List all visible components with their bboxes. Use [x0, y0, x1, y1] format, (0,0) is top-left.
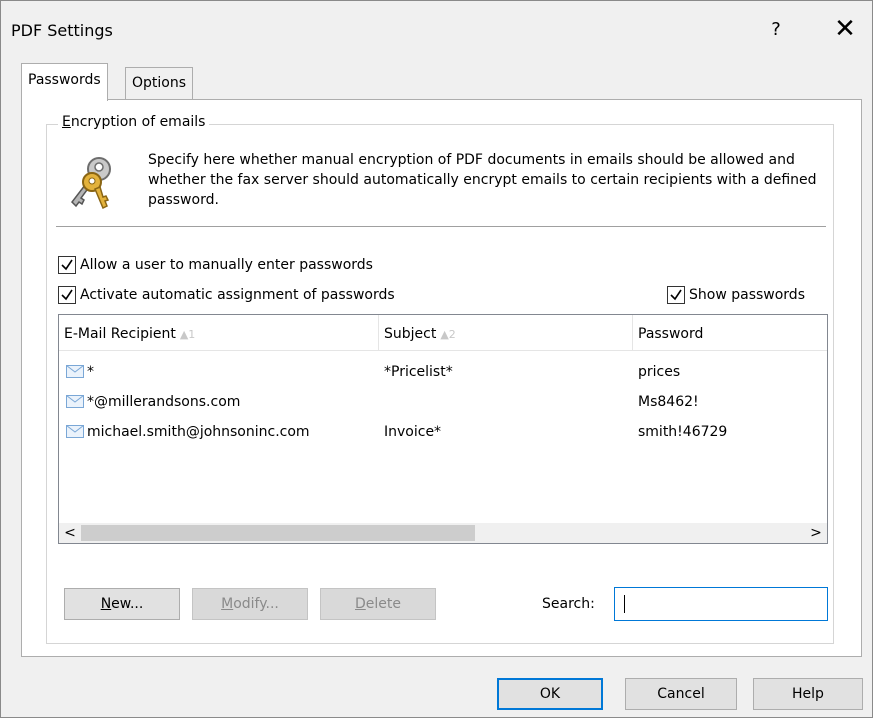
- password-cell: prices: [638, 364, 681, 380]
- new-button[interactable]: New...: [64, 588, 180, 620]
- recipient-cell: *@millerandsons.com: [87, 394, 241, 410]
- recipient-cell: michael.smith@johnsoninc.com: [87, 424, 310, 440]
- show-passwords-label: Show passwords: [689, 287, 805, 303]
- check-icon: [670, 289, 682, 301]
- checkbox-box[interactable]: [667, 286, 685, 304]
- groupbox-title: Encryption of emails: [58, 114, 210, 130]
- encryption-description: Specify here whether manual encryption o…: [148, 152, 817, 208]
- scroll-right-icon[interactable]: >: [805, 523, 827, 543]
- passwords-panel: Encryption of emails Specify here whethe…: [21, 99, 862, 657]
- delete-button[interactable]: Delete: [320, 588, 436, 620]
- column-header-password[interactable]: Password: [633, 315, 827, 351]
- auto-assign-passwords-label: Activate automatic assignment of passwor…: [80, 287, 395, 303]
- text-caret: [624, 595, 625, 613]
- table-row[interactable]: michael.smith@johnsoninc.com Invoice* sm…: [59, 417, 827, 447]
- cancel-button[interactable]: Cancel: [625, 678, 737, 710]
- horizontal-scrollbar[interactable]: < >: [59, 523, 827, 543]
- allow-manual-passwords-checkbox[interactable]: Allow a user to manually enter passwords: [58, 256, 373, 274]
- tab-passwords-label: Passwords: [28, 72, 101, 88]
- subject-cell: *Pricelist*: [384, 364, 453, 380]
- modify-button[interactable]: Modify...: [192, 588, 308, 620]
- column-header-subject[interactable]: Subject ▲2: [379, 315, 633, 351]
- scroll-left-icon[interactable]: <: [59, 523, 81, 543]
- keys-icon: [71, 157, 111, 210]
- list-header: E-Mail Recipient ▲1 Subject ▲2 Password: [59, 315, 827, 351]
- tab-passwords[interactable]: Passwords: [21, 63, 108, 101]
- allow-manual-passwords-label: Allow a user to manually enter passwords: [80, 257, 373, 273]
- recipient-cell: *: [87, 364, 94, 380]
- title-bar: PDF Settings ? ✕: [1, 1, 872, 57]
- separator: [56, 226, 826, 227]
- password-list[interactable]: E-Mail Recipient ▲1 Subject ▲2 Password * …: [58, 314, 828, 544]
- mail-icon: [66, 425, 84, 438]
- mail-icon: [66, 395, 84, 408]
- check-icon: [61, 259, 73, 271]
- mail-icon: [66, 365, 84, 378]
- column-header-recipient[interactable]: E-Mail Recipient ▲1: [59, 315, 379, 351]
- scrollbar-thumb[interactable]: [81, 525, 475, 541]
- help-button[interactable]: Help: [753, 678, 863, 710]
- ok-button[interactable]: OK: [497, 678, 603, 710]
- table-row[interactable]: * *Pricelist* prices: [59, 357, 827, 387]
- tab-options-label: Options: [132, 75, 187, 91]
- search-label: Search:: [542, 596, 595, 612]
- close-button[interactable]: ✕: [827, 15, 863, 45]
- auto-assign-passwords-checkbox[interactable]: Activate automatic assignment of passwor…: [58, 286, 395, 304]
- password-cell: smith!46729: [638, 424, 728, 440]
- table-row[interactable]: *@millerandsons.com Ms8462!: [59, 387, 827, 417]
- password-cell: Ms8462!: [638, 394, 699, 410]
- check-icon: [61, 289, 73, 301]
- pdf-settings-dialog: PDF Settings ? ✕ Passwords Options Encry…: [0, 0, 873, 718]
- sort-up-icon: ▲2: [440, 328, 456, 341]
- show-passwords-checkbox[interactable]: Show passwords: [667, 286, 805, 304]
- help-title-button[interactable]: ?: [761, 15, 791, 45]
- sort-up-icon: ▲1: [179, 328, 196, 341]
- tab-options[interactable]: Options: [125, 67, 194, 99]
- window-title: PDF Settings: [11, 21, 113, 40]
- checkbox-box[interactable]: [58, 286, 76, 304]
- checkbox-box[interactable]: [58, 256, 76, 274]
- subject-cell: Invoice*: [384, 424, 442, 440]
- search-input[interactable]: [614, 587, 828, 621]
